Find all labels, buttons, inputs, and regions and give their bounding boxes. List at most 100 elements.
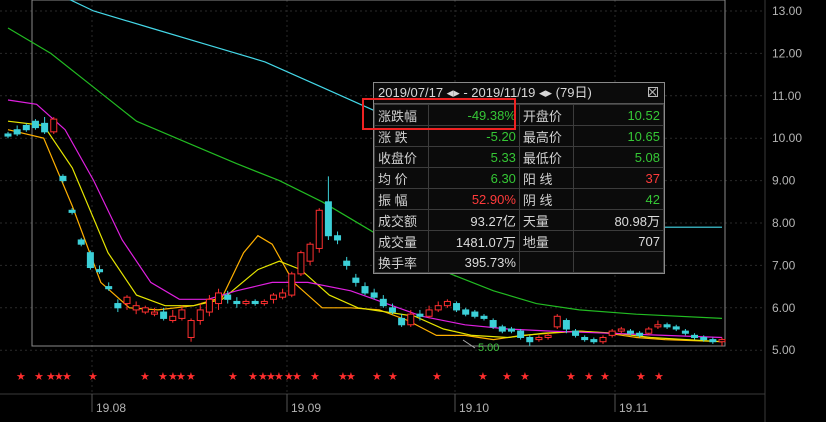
candle-body <box>22 124 30 131</box>
candle-body <box>334 235 342 241</box>
candle-body <box>453 303 461 311</box>
candle-body <box>251 300 259 305</box>
candle-body <box>114 303 122 309</box>
candle-body <box>498 326 506 332</box>
signal-star: ★ <box>478 370 488 383</box>
candle-body <box>343 260 351 266</box>
stat-label: 地量 <box>518 230 575 252</box>
candle-body <box>489 320 497 328</box>
stat-value: 10.52 <box>573 104 664 126</box>
signal-star: ★ <box>654 370 664 383</box>
candle <box>77 237 85 247</box>
stat-label: 阴 线 <box>518 188 575 210</box>
candle-body <box>434 305 442 311</box>
candle-body <box>480 315 488 319</box>
candle <box>4 131 12 139</box>
stat-value: 80.98万 <box>573 209 664 231</box>
signal-star: ★ <box>158 370 168 383</box>
signal-star: ★ <box>432 370 442 383</box>
candle <box>462 307 470 317</box>
candle <box>297 250 305 276</box>
candle-body <box>96 269 104 273</box>
price-tick-label: 10.00 <box>772 131 802 145</box>
stat-value: 42 <box>573 188 664 210</box>
candle-body <box>205 298 213 313</box>
price-tick-label: 11.00 <box>772 89 801 103</box>
stat-value <box>573 251 664 273</box>
candle-body <box>425 309 433 317</box>
stat-value: 6.30 <box>428 167 520 189</box>
price-tick-label: 5.00 <box>772 343 796 357</box>
date-tick-label: 19.09 <box>291 401 321 415</box>
candle-body <box>269 294 277 300</box>
candle-body <box>507 328 515 332</box>
candle <box>654 320 662 329</box>
candle <box>352 273 360 287</box>
candle <box>114 299 122 313</box>
candle <box>242 299 250 306</box>
candle <box>41 117 49 134</box>
stat-label: 振 幅 <box>373 188 430 210</box>
candle <box>132 301 140 315</box>
stat-value: 93.27亿 <box>428 209 520 231</box>
price-tick-label: 13.00 <box>772 4 802 18</box>
stat-label: 天量 <box>518 209 575 231</box>
signal-star: ★ <box>388 370 398 383</box>
candle <box>535 335 543 342</box>
date-axis: 19.08 19.09 19.10 19.11 <box>91 394 648 415</box>
signal-star: ★ <box>88 370 98 383</box>
candle-body <box>141 307 149 313</box>
price-tick-label: 7.00 <box>772 258 796 272</box>
candle <box>379 295 387 308</box>
stat-value: 5.08 <box>573 146 664 168</box>
candle-body <box>169 315 177 322</box>
candle-body <box>86 252 94 269</box>
candle-body <box>636 332 644 336</box>
candle <box>306 242 314 266</box>
candle <box>187 318 195 342</box>
candle-body <box>324 201 332 237</box>
candle-body <box>187 320 195 338</box>
stat-label: 成交额 <box>373 209 430 231</box>
stat-row: 振 幅 52.90% 阴 线 42 <box>373 188 664 210</box>
stat-value: 10.65 <box>573 125 664 147</box>
candle-body <box>388 307 396 313</box>
candle <box>572 329 580 338</box>
candle <box>315 208 323 253</box>
signal-star: ★ <box>16 370 26 383</box>
candle <box>498 324 506 334</box>
candle-body <box>572 330 580 336</box>
candle-body <box>260 300 268 305</box>
signal-star: ★ <box>62 370 72 383</box>
candle <box>279 288 287 300</box>
candle-body <box>105 286 113 290</box>
stat-label: 阳 线 <box>518 167 575 189</box>
stat-row: 收盘价 5.33 最低价 5.08 <box>373 146 664 168</box>
stat-value: 395.73% <box>428 251 520 273</box>
candle-body <box>132 305 140 311</box>
stat-label: 开盘价 <box>518 104 575 126</box>
candle <box>141 305 149 315</box>
candle-body <box>462 309 470 315</box>
date-tick-label: 19.11 <box>619 401 648 415</box>
candle <box>645 326 653 336</box>
candle-body <box>4 133 12 137</box>
date-tick-label: 19.10 <box>459 401 489 415</box>
candle-body <box>590 339 598 343</box>
candle <box>233 297 241 308</box>
stat-label: 成交量 <box>373 230 430 252</box>
candle <box>453 301 461 313</box>
candle-body <box>68 209 76 213</box>
candle <box>718 337 726 346</box>
candle <box>370 288 378 300</box>
candle-body <box>370 292 378 298</box>
signal-star: ★ <box>186 370 196 383</box>
candle-body <box>59 175 67 182</box>
candle <box>553 314 561 329</box>
candle <box>681 329 689 336</box>
candle-body <box>581 336 589 341</box>
stat-value: 1481.07万 <box>428 230 520 252</box>
signal-star: ★ <box>248 370 258 383</box>
close-icon[interactable] <box>648 87 658 97</box>
candle-body <box>645 328 653 334</box>
